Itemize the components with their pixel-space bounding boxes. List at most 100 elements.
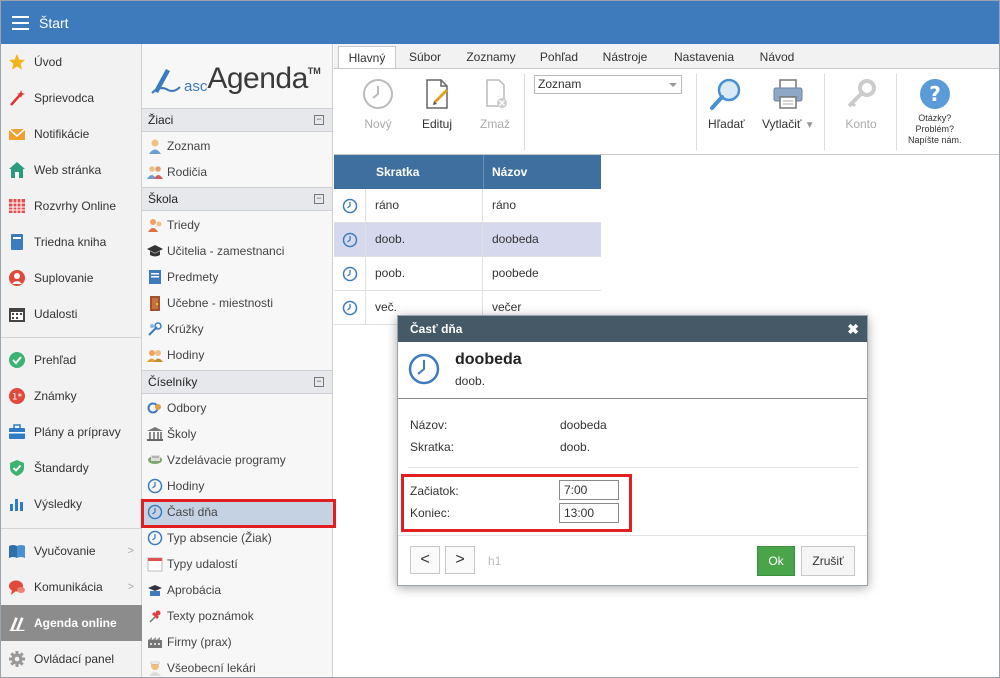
clock-icon: [147, 478, 163, 494]
magnifier-icon: [709, 77, 743, 111]
club-icon: [147, 321, 163, 337]
tree-item-lekari[interactable]: Všeobecní lekári: [142, 655, 332, 677]
tab-pohlad[interactable]: Pohľad: [532, 46, 586, 68]
nav-item-agenda-online[interactable]: Agenda online: [1, 605, 142, 641]
svg-text:1*: 1*: [12, 393, 23, 403]
tab-nastroje[interactable]: Nástroje: [594, 46, 656, 68]
collapse-icon[interactable]: −: [314, 115, 324, 125]
nav-item-vyucovanie[interactable]: Vyučovanie >: [1, 533, 142, 569]
tree-item-ucitelia[interactable]: Učitelia - zamestnanci: [142, 238, 332, 264]
nav-item-prehlad[interactable]: Prehľad: [1, 342, 142, 378]
search-button[interactable]: Hľadať: [708, 77, 745, 131]
timetable-icon: [8, 197, 26, 215]
edit-button[interactable]: Edituj: [420, 77, 454, 131]
account-button[interactable]: Konto: [844, 77, 878, 131]
delete-button[interactable]: Zmaž: [478, 77, 512, 131]
tree-section-ziaci[interactable]: Žiaci −: [142, 108, 332, 132]
nav-item-plany[interactable]: Plány a prípravy: [1, 414, 142, 450]
tree-item-label: Rodičia: [167, 165, 208, 179]
briefcase-icon: [8, 423, 26, 441]
clock-icon: [361, 77, 395, 111]
tree-section-ciselniky[interactable]: Číselníky −: [142, 370, 332, 394]
print-button[interactable]: Vytlačiť ▼: [762, 77, 815, 131]
chevron-right-icon: >: [127, 581, 134, 593]
school-building-icon: [147, 426, 163, 442]
tree-item-predmety[interactable]: Predmety: [142, 264, 332, 290]
nav-item-udalosti[interactable]: Udalosti: [1, 296, 142, 332]
tree-item-typy-udalosti[interactable]: Typy udalostí: [142, 551, 332, 577]
nav-label: Štandardy: [34, 461, 89, 475]
tree-item-skoly[interactable]: Školy: [142, 421, 332, 447]
tree-item-ucebne[interactable]: Učebne - miestnosti: [142, 290, 332, 316]
nav-item-suplovanie[interactable]: Suplovanie: [1, 260, 142, 296]
tree-item-typ-absencie[interactable]: Typ absencie (Žiak): [142, 525, 332, 551]
ribbon-separator: [896, 74, 897, 150]
hamburger-menu-icon[interactable]: [1, 1, 39, 44]
collapse-icon[interactable]: −: [314, 377, 324, 387]
tree-item-hodiny-cis[interactable]: Hodiny: [142, 473, 332, 499]
tree-item-hodiny[interactable]: Hodiny: [142, 342, 332, 368]
tab-subor[interactable]: Súbor: [400, 46, 450, 68]
table-row[interactable]: doob. doobeda: [334, 223, 601, 257]
tab-hlavny[interactable]: Hlavný: [338, 46, 396, 68]
cancel-button[interactable]: Zrušiť: [801, 546, 855, 576]
nav-label: Výsledky: [34, 497, 83, 511]
logo-tm-text: TM: [307, 66, 321, 76]
tree-section-skola[interactable]: Škola −: [142, 187, 332, 211]
nav-item-vysledky[interactable]: Výsledky: [1, 486, 142, 522]
dialog-divider: [398, 398, 867, 399]
table-row[interactable]: poob. poobede: [334, 257, 601, 291]
tree-item-triedy[interactable]: Triedy: [142, 212, 332, 238]
column-header-skratka[interactable]: Skratka: [376, 165, 419, 179]
parents-icon: [147, 164, 163, 180]
calendar-icon: [147, 556, 163, 572]
chat-icon: [8, 578, 26, 596]
tab-zoznamy[interactable]: Zoznamy: [458, 46, 524, 68]
tree-item-zoznam[interactable]: Zoznam: [142, 133, 332, 159]
pen-logo-icon: [151, 69, 181, 94]
nav-item-sprievodca[interactable]: Sprievodca: [1, 80, 142, 116]
nav-label: Známky: [34, 389, 77, 403]
nazov-value: doobeda: [560, 418, 607, 432]
ok-button[interactable]: Ok: [757, 546, 795, 576]
skratka-value: doob.: [560, 440, 591, 454]
previous-record-button[interactable]: <: [410, 546, 440, 574]
collapse-icon[interactable]: −: [314, 194, 324, 204]
next-record-button[interactable]: >: [445, 546, 475, 574]
tree-item-rodicia[interactable]: Rodičia: [142, 159, 332, 185]
nav-item-notifikacie[interactable]: Notifikácie: [1, 116, 142, 152]
column-header-nazov[interactable]: Názov: [492, 165, 527, 179]
top-title[interactable]: Štart: [39, 15, 69, 31]
tree-item-kruzky[interactable]: Krúžky: [142, 316, 332, 342]
clock-icon: [408, 353, 440, 388]
table-row[interactable]: ráno ráno: [334, 189, 601, 223]
nav-item-web[interactable]: Web stránka: [1, 152, 142, 188]
grade-icon: 1*: [8, 387, 26, 405]
nav-item-komunikacia[interactable]: Komunikácia >: [1, 569, 142, 605]
nav-item-znamky[interactable]: 1* Známky: [1, 378, 142, 414]
tree-item-aprobacia[interactable]: Aprobácia: [142, 577, 332, 603]
nav-item-rozvrhy[interactable]: Rozvrhy Online: [1, 188, 142, 224]
new-button[interactable]: Nový: [361, 77, 395, 131]
edit-document-icon: [420, 77, 454, 111]
tree-item-odbory[interactable]: Odbory: [142, 395, 332, 421]
nav-item-ovladaci-panel[interactable]: Ovládací panel: [1, 641, 142, 677]
close-icon[interactable]: ✖: [847, 316, 859, 342]
tab-nastavenia[interactable]: Nastavenia: [668, 46, 740, 68]
new-label: Nový: [364, 117, 392, 131]
tree-item-texty-poznamok[interactable]: Texty poznámok: [142, 603, 332, 629]
view-select[interactable]: Zoznam: [534, 75, 682, 94]
help-button[interactable]: ? Otázky? Problém? Napíšte nám.: [908, 77, 962, 146]
edit-label: Edituj: [421, 117, 453, 131]
left-nav: Úvod Sprievodca Notifikácie Web stránka …: [1, 44, 142, 677]
tree-item-vzdelavacie[interactable]: Vzdelávacie programy: [142, 447, 332, 473]
nav-label: Prehľad: [34, 353, 77, 367]
nav-item-uvod[interactable]: Úvod: [1, 44, 142, 80]
tree-item-firmy[interactable]: Firmy (prax): [142, 629, 332, 655]
nav-item-standardy[interactable]: Štandardy: [1, 450, 142, 486]
nav-item-triedna-kniha[interactable]: Triedna kniha: [1, 224, 142, 260]
nav-label: Rozvrhy Online: [34, 199, 117, 213]
tree-item-label: Hodiny: [167, 348, 205, 362]
tab-navod[interactable]: Návod: [752, 46, 802, 68]
cell-skratka: poob.: [366, 257, 483, 290]
